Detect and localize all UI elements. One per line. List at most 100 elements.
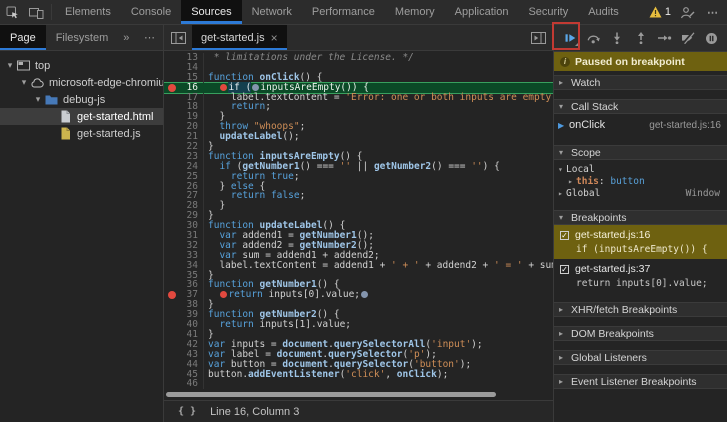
line-number[interactable]: 32 [164, 241, 204, 251]
tab-security[interactable]: Security [518, 0, 578, 24]
show-debugger-icon[interactable] [523, 25, 553, 50]
close-tab-icon[interactable]: × [271, 31, 278, 45]
code-text: return inputs[0].value; [204, 290, 369, 300]
line-number[interactable]: 26 [164, 182, 204, 192]
tree-item-get-started-html[interactable]: get-started.html [0, 108, 163, 125]
inline-breakpoint-icon[interactable] [220, 291, 227, 298]
tree-item-get-started-js[interactable]: get-started.js [0, 125, 163, 142]
line-number[interactable]: 43 [164, 350, 204, 360]
call-stack-frame[interactable]: ▶onClickget-started.js:16 [554, 114, 727, 136]
hide-navigator-icon[interactable] [164, 25, 192, 50]
scope-global-row[interactable]: ▸GlobalWindow [558, 187, 723, 199]
line-number[interactable]: 31 [164, 231, 204, 241]
line-number[interactable]: 14 [164, 63, 204, 73]
line-number[interactable]: 41 [164, 330, 204, 340]
tree-item-microsoft-edge-chromium-devto[interactable]: ▾microsoft-edge-chromium-devto [0, 74, 163, 91]
frame-location: get-started.js:16 [649, 120, 721, 131]
section-header-scope[interactable]: ▾ Scope [554, 145, 727, 160]
tab-audits[interactable]: Audits [578, 0, 629, 24]
line-number[interactable]: 23 [164, 152, 204, 162]
code-token: ; [265, 101, 271, 112]
inspect-element-icon[interactable] [0, 0, 24, 24]
breakpoint-checkbox[interactable]: ✓ [560, 231, 569, 240]
tab-performance[interactable]: Performance [302, 0, 385, 24]
line-number[interactable]: 18 [164, 102, 204, 112]
section-header-watch[interactable]: ▸ Watch [554, 75, 727, 90]
tab-memory[interactable]: Memory [385, 0, 445, 24]
breakpoint-icon[interactable] [168, 84, 176, 92]
section-header-breakpoints[interactable]: ▾ Breakpoints [554, 210, 727, 225]
tab-sources[interactable]: Sources [181, 0, 241, 24]
line-number[interactable]: 17 [164, 93, 204, 103]
line-number[interactable]: 40 [164, 320, 204, 330]
line-number[interactable]: 34 [164, 261, 204, 271]
code-token: false [271, 190, 300, 201]
line-number[interactable]: 36 [164, 280, 204, 290]
breakpoint-icon[interactable] [168, 291, 176, 299]
line-number[interactable]: 20 [164, 122, 204, 132]
line-number[interactable]: 28 [164, 201, 204, 211]
tab-elements[interactable]: Elements [55, 0, 121, 24]
section-header-call-stack[interactable]: ▾ Call Stack [554, 99, 727, 114]
issues-warning-button[interactable]: 1 [645, 0, 675, 24]
pause-on-exceptions-icon[interactable] [702, 29, 720, 47]
topbar-more-icon[interactable]: ⋯ [699, 0, 727, 24]
tab-filesystem[interactable]: Filesystem [46, 25, 119, 50]
tab-network[interactable]: Network [242, 0, 302, 24]
line-number[interactable]: 39 [164, 310, 204, 320]
section-header-global-listeners[interactable]: ▸ Global Listeners [554, 350, 727, 365]
resume-icon[interactable] [561, 29, 579, 47]
tab-page[interactable]: Page [0, 25, 46, 50]
breakpoint-checkbox[interactable]: ✓ [560, 265, 569, 274]
line-number[interactable]: 29 [164, 211, 204, 221]
code-area[interactable]: 13 * limitations under the License. */14… [164, 51, 553, 400]
deactivate-breakpoints-icon[interactable] [679, 29, 697, 47]
line-number[interactable]: 25 [164, 172, 204, 182]
step-into-icon[interactable] [608, 29, 626, 47]
navigator-overflow-chevron-icon[interactable]: » [118, 25, 134, 50]
tree-item-top[interactable]: ▾top [0, 57, 163, 74]
line-number[interactable]: 24 [164, 162, 204, 172]
inline-breakpoint-candidate-icon[interactable] [252, 84, 259, 91]
chevron-right-icon: ▸ [559, 327, 567, 341]
horizontal-scrollbar[interactable] [166, 392, 496, 397]
line-number[interactable]: 21 [164, 132, 204, 142]
scope-this-row[interactable]: ▸this: button [558, 175, 723, 187]
line-number[interactable]: 22 [164, 142, 204, 152]
line-number[interactable]: 35 [164, 271, 204, 281]
line-number[interactable]: 42 [164, 340, 204, 350]
breakpoint-entry[interactable]: ✓get-started.js:37return inputs[0].value… [554, 259, 727, 293]
line-number[interactable]: 46 [164, 379, 204, 389]
line-number[interactable]: 44 [164, 360, 204, 370]
line-number[interactable]: 45 [164, 370, 204, 380]
inline-breakpoint-candidate-icon[interactable] [361, 291, 368, 298]
feedback-person-icon[interactable] [675, 0, 699, 24]
tree-item-debug-js[interactable]: ▾debug-js [0, 91, 163, 108]
device-toolbar-icon[interactable] [24, 0, 48, 24]
debugger-pane: i Paused on breakpoint ▸ Watch ▾ Call St… [553, 25, 727, 422]
section-header-event-listener-breakpoints[interactable]: ▸ Event Listener Breakpoints [554, 374, 727, 389]
format-code-button[interactable]: { } [178, 406, 196, 417]
code-token: 'input' [431, 339, 471, 350]
scope-local-row[interactable]: ▾Local [558, 163, 723, 175]
line-number[interactable]: 30 [164, 221, 204, 231]
tab-application[interactable]: Application [445, 0, 519, 24]
line-number[interactable]: 16 [164, 83, 204, 93]
line-number[interactable]: 19 [164, 112, 204, 122]
editor-tab-get-started-js[interactable]: get-started.js × [192, 25, 287, 50]
breakpoint-entry[interactable]: ✓get-started.js:16if (inputsAreEmpty()) … [554, 225, 727, 259]
section-header-dom-breakpoints[interactable]: ▸ DOM Breakpoints [554, 326, 727, 341]
step-out-icon[interactable] [632, 29, 650, 47]
line-number[interactable]: 33 [164, 251, 204, 261]
inline-breakpoint-icon[interactable] [220, 84, 227, 91]
tab-console[interactable]: Console [121, 0, 181, 24]
line-number[interactable]: 15 [164, 73, 204, 83]
section-header-xhr-breakpoints[interactable]: ▸ XHR/fetch Breakpoints [554, 302, 727, 317]
line-number[interactable]: 38 [164, 300, 204, 310]
line-number[interactable]: 27 [164, 191, 204, 201]
line-number[interactable]: 13 [164, 53, 204, 63]
line-number[interactable]: 37 [164, 290, 204, 300]
step-icon[interactable] [655, 29, 673, 47]
step-over-icon[interactable] [585, 29, 603, 47]
navigator-more-icon[interactable]: ⋯ [137, 25, 163, 50]
